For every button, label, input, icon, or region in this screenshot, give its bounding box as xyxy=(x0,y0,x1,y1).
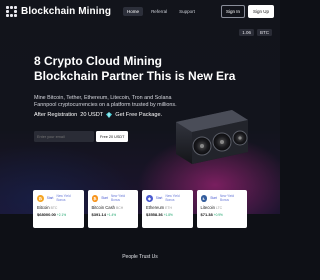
coin-change: +2.1% xyxy=(56,213,67,217)
coin-price: $391.14 xyxy=(91,212,106,217)
coin-change: +1.4% xyxy=(106,213,117,217)
mining-rig-image xyxy=(176,110,248,164)
start-link[interactable]: Start xyxy=(156,196,163,200)
hero-subtitle: Mine Bitcoin, Tether, Ethereum, Litecoin… xyxy=(34,95,184,109)
headline-line-2: Blockchain Partner This is New Era xyxy=(34,69,236,83)
headline-line-1: 8 Crypto Cloud Mining xyxy=(34,54,162,68)
coin-ticker: ETH xyxy=(165,206,172,210)
nav-link-referral[interactable]: Referral xyxy=(147,7,171,16)
logo-icon[interactable] xyxy=(6,5,17,17)
coin-cards: ₿ Start New Yield Bonus BitcoinBTC $6800… xyxy=(33,190,247,228)
coin-name: Litecoin xyxy=(200,205,215,210)
start-link[interactable]: Start xyxy=(101,196,108,200)
coin-ticker: BCH xyxy=(116,206,124,210)
yield-tag: New Yield Bonus xyxy=(165,194,180,202)
coin-price: $3558.36 xyxy=(146,212,163,217)
yield-tag: New Yield Bonus xyxy=(110,194,126,202)
ethereum-icon: ◆ xyxy=(146,194,153,202)
promo-suffix: Get Free Package. xyxy=(115,112,163,118)
coin-change: +1.8% xyxy=(163,213,173,217)
coin-card-ethereum[interactable]: ◆ Start New Yield Bonus EthereumETH $355… xyxy=(142,190,193,228)
litecoin-icon: Ł xyxy=(200,194,208,202)
people-trust-heading: People Trust Us xyxy=(122,254,158,260)
diamond-icon xyxy=(106,112,113,118)
price-ticker: 1.06 BTC xyxy=(239,29,272,36)
start-link[interactable]: Start xyxy=(210,196,217,200)
top-nav: Blockchain Mining Home Referral Support … xyxy=(0,0,280,22)
nav-link-home[interactable]: Home xyxy=(123,6,144,16)
bitcoin-cash-icon: ₿ xyxy=(91,194,99,202)
coin-price: $71.38 xyxy=(200,212,213,217)
sign-in-button[interactable]: Sign In xyxy=(220,4,245,18)
subtitle-line-1: Mine Bitcoin, Tether, Ethereum, Litecoin… xyxy=(34,95,172,101)
promo-amount: 20 USDT xyxy=(80,112,104,118)
coin-ticker: BTC xyxy=(50,206,58,210)
nav-links: Home Referral Support xyxy=(123,6,199,16)
email-input[interactable] xyxy=(34,131,94,142)
nav-link-support[interactable]: Support xyxy=(175,7,199,16)
coin-card-litecoin[interactable]: Ł Start New Yield Bonus LitecoinLTC $71.… xyxy=(196,190,247,228)
coin-card-bitcoin-cash[interactable]: ₿ Start New Yield Bonus Bitcoin CashBCH … xyxy=(87,190,138,228)
hero-headline: 8 Crypto Cloud Mining Blockchain Partner… xyxy=(34,54,244,84)
coin-ticker: LTC xyxy=(215,206,223,210)
coin-card-bitcoin[interactable]: ₿ Start New Yield Bonus BitcoinBTC $6800… xyxy=(33,190,84,228)
yield-tag: New Yield Bonus xyxy=(219,194,235,202)
sign-up-button[interactable]: Sign Up xyxy=(247,4,274,18)
registration-promo: After Registration 20 USDT Get Free Pack… xyxy=(34,112,162,118)
brand-name[interactable]: Blockchain Mining xyxy=(21,6,111,17)
ticker-symbol: BTC xyxy=(257,29,272,36)
free-usdt-button[interactable]: Free 20 USDT xyxy=(96,131,129,142)
subtitle-line-2: Fannpool cryptocurrencies on a platform … xyxy=(34,102,177,108)
signup-form: Free 20 USDT xyxy=(34,131,129,142)
start-link[interactable]: Start xyxy=(47,196,54,200)
ticker-value: 1.06 xyxy=(239,29,254,36)
bitcoin-icon: ₿ xyxy=(37,194,44,202)
coin-name: Ethereum xyxy=(146,205,165,210)
yield-tag: New Yield Bonus xyxy=(56,194,71,202)
coin-change: +0.9% xyxy=(213,213,223,217)
promo-prefix: After Registration xyxy=(34,112,78,118)
coin-name: Bitcoin xyxy=(37,205,50,210)
coin-name: Bitcoin Cash xyxy=(91,205,116,210)
auth-buttons: Sign In Sign Up xyxy=(220,4,274,18)
coin-price: $68000.00 xyxy=(37,212,56,217)
